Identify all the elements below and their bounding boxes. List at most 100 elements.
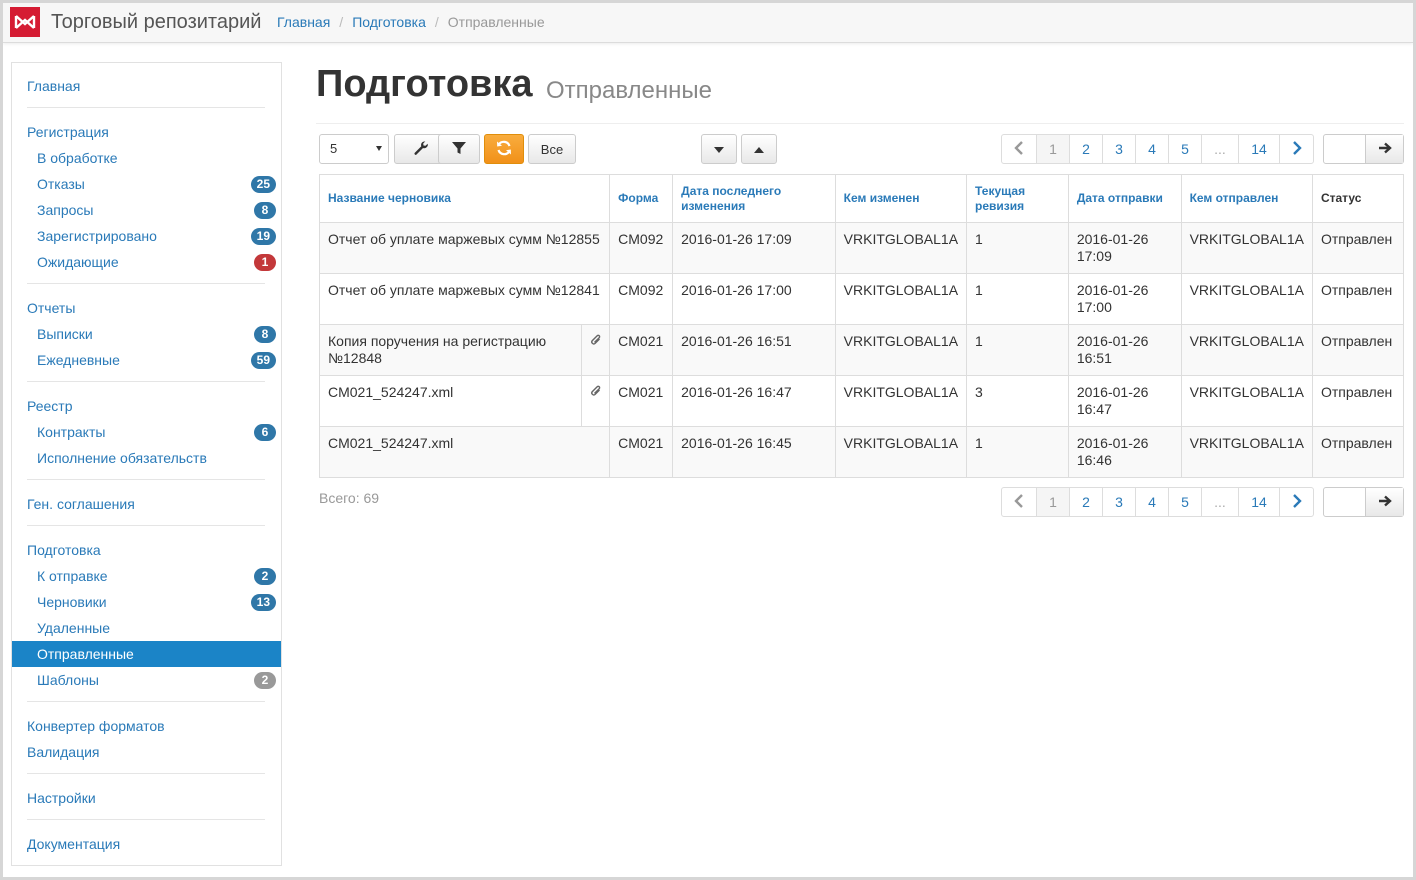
sidebar-item-home[interactable]: Главная bbox=[12, 73, 281, 99]
goto-page-input[interactable] bbox=[1324, 488, 1366, 516]
cell-sent-by: VRKITGLOBAL1A bbox=[1180, 375, 1313, 427]
prev-page-button[interactable] bbox=[1002, 488, 1037, 516]
page-link[interactable]: 5 bbox=[1169, 135, 1202, 163]
sidebar-item-daily[interactable]: Ежедневные 59 bbox=[12, 347, 281, 373]
chevron-left-icon bbox=[1014, 493, 1024, 511]
sidebar-item-validation[interactable]: Валидация bbox=[12, 739, 281, 765]
filter-button[interactable] bbox=[438, 134, 480, 164]
sidebar-item-label: Отказы bbox=[37, 176, 85, 192]
sidebar-item-label: Реестр bbox=[27, 398, 73, 414]
count-badge: 1 bbox=[254, 254, 276, 271]
cell-name[interactable]: CM021_524247.xml bbox=[318, 426, 611, 478]
sidebar-divider bbox=[27, 283, 265, 284]
cell-sent: 2016-01-26 17:09 bbox=[1067, 222, 1182, 274]
sidebar-item-templates[interactable]: Шаблоны 2 bbox=[12, 667, 281, 693]
sidebar-item-preparation[interactable]: Подготовка bbox=[12, 537, 281, 563]
table-row[interactable]: CM021_524247.xml CM021 2016-01-26 16:47 … bbox=[318, 375, 1405, 427]
sidebar-item-agreements[interactable]: Ген. соглашения bbox=[12, 491, 281, 517]
goto-page-button[interactable] bbox=[1366, 488, 1403, 516]
page-link[interactable]: 4 bbox=[1136, 135, 1169, 163]
page-link[interactable]: 14 bbox=[1239, 135, 1280, 163]
page-link[interactable]: 5 bbox=[1169, 488, 1202, 516]
count-badge: 19 bbox=[250, 228, 276, 245]
column-header-form[interactable]: Форма bbox=[609, 174, 674, 223]
column-header-revision[interactable]: Текущая ревизия bbox=[966, 174, 1069, 223]
sidebar-item-to-send[interactable]: К отправке 2 bbox=[12, 563, 281, 589]
sidebar-divider bbox=[27, 381, 265, 382]
goto-page-button[interactable] bbox=[1366, 135, 1403, 163]
sidebar-item-settings[interactable]: Настройки bbox=[12, 785, 281, 811]
page-link[interactable]: 1 bbox=[1037, 135, 1070, 163]
sidebar-item-deleted[interactable]: Удаленные bbox=[12, 615, 281, 641]
sidebar-item-reports[interactable]: Отчеты bbox=[12, 295, 281, 321]
table-row[interactable]: Копия поручения на регистрацию №12848 CM… bbox=[318, 324, 1405, 376]
sidebar-item-docs[interactable]: Документация bbox=[12, 831, 281, 857]
sidebar-item-registration[interactable]: Регистрация bbox=[12, 119, 281, 145]
caret-up-icon bbox=[753, 142, 765, 157]
sidebar-item-registry[interactable]: Реестр bbox=[12, 393, 281, 419]
sidebar-item-pending[interactable]: Ожидающие 1 bbox=[12, 249, 281, 275]
sidebar-item-rejections[interactable]: Отказы 25 bbox=[12, 171, 281, 197]
cell-modified-by: VRKITGLOBAL1A bbox=[834, 426, 968, 478]
page-link[interactable]: 2 bbox=[1070, 135, 1103, 163]
prev-page-button[interactable] bbox=[1002, 135, 1037, 163]
goto-page bbox=[1323, 134, 1404, 164]
cell-form: CM021 bbox=[609, 426, 674, 478]
column-header-modified-by[interactable]: Кем изменен bbox=[834, 174, 968, 223]
cell-sent-by: VRKITGLOBAL1A bbox=[1180, 324, 1313, 376]
show-all-button[interactable]: Все bbox=[528, 134, 576, 164]
breadcrumb-preparation[interactable]: Подготовка bbox=[352, 14, 426, 30]
cell-name[interactable]: Отчет об уплате маржевых сумм №12855 bbox=[318, 222, 611, 274]
column-header-name[interactable]: Название черновика bbox=[318, 174, 611, 223]
next-page-button[interactable] bbox=[1280, 135, 1313, 163]
count-badge: 6 bbox=[254, 424, 276, 441]
goto-page-input[interactable] bbox=[1324, 135, 1366, 163]
paperclip-icon[interactable] bbox=[581, 324, 611, 376]
moex-logo-icon[interactable] bbox=[10, 7, 40, 37]
next-page-button[interactable] bbox=[1280, 488, 1313, 516]
sidebar-item-registered[interactable]: Зарегистрировано 19 bbox=[12, 223, 281, 249]
pagination-bottom: 1 2 3 4 5 ... 14 bbox=[1001, 487, 1314, 517]
cell-sent-by: VRKITGLOBAL1A bbox=[1180, 273, 1313, 325]
cell-name[interactable]: CM021_524247.xml bbox=[318, 375, 583, 427]
table-row[interactable]: Отчет об уплате маржевых сумм №12841 CM0… bbox=[318, 273, 1405, 325]
count-badge: 2 bbox=[254, 672, 276, 689]
sidebar-item-obligations[interactable]: Исполнение обязательств bbox=[12, 445, 281, 471]
caret-down-icon bbox=[713, 142, 725, 157]
top-bar: Торговый репозитарий Главная / Подготовк… bbox=[3, 3, 1413, 43]
page-size-value: 5 bbox=[330, 141, 338, 156]
paperclip-icon[interactable] bbox=[581, 375, 611, 427]
wrench-icon bbox=[413, 140, 429, 159]
expand-button[interactable] bbox=[701, 134, 737, 164]
table-row[interactable]: Отчет об уплате маржевых сумм №12855 CM0… bbox=[318, 222, 1405, 274]
breadcrumb-home[interactable]: Главная bbox=[277, 14, 330, 30]
cell-status: Отправлен bbox=[1311, 273, 1405, 325]
sidebar-item-label: Ожидающие bbox=[37, 254, 119, 270]
column-header-sent-by[interactable]: Кем отправлен bbox=[1180, 174, 1313, 223]
page-link[interactable]: 4 bbox=[1136, 488, 1169, 516]
page-size-select[interactable]: 5 bbox=[319, 134, 389, 164]
sidebar-item-statements[interactable]: Выписки 8 bbox=[12, 321, 281, 347]
sidebar-item-label: Ежедневные bbox=[37, 352, 120, 368]
sidebar-item-converter[interactable]: Конвертер форматов bbox=[12, 713, 281, 739]
column-header-sent[interactable]: Дата отправки bbox=[1067, 174, 1182, 223]
sidebar-item-drafts[interactable]: Черновики 13 bbox=[12, 589, 281, 615]
count-badge: 2 bbox=[254, 568, 276, 585]
refresh-button[interactable] bbox=[484, 134, 524, 164]
sidebar-item-requests[interactable]: Запросы 8 bbox=[12, 197, 281, 223]
page-link[interactable]: 14 bbox=[1239, 488, 1280, 516]
cell-name[interactable]: Копия поручения на регистрацию №12848 bbox=[318, 324, 583, 376]
page-link[interactable]: 1 bbox=[1037, 488, 1070, 516]
collapse-button[interactable] bbox=[741, 134, 777, 164]
page-link[interactable]: 2 bbox=[1070, 488, 1103, 516]
cell-name[interactable]: Отчет об уплате маржевых сумм №12841 bbox=[318, 273, 611, 325]
sidebar-item-sent[interactable]: Отправленные bbox=[12, 641, 281, 667]
sidebar-item-contracts[interactable]: Контракты 6 bbox=[12, 419, 281, 445]
goto-page bbox=[1323, 487, 1404, 517]
table-row[interactable]: CM021_524247.xml CM021 2016-01-26 16:45 … bbox=[318, 426, 1405, 478]
cell-modified-by: VRKITGLOBAL1A bbox=[834, 324, 968, 376]
page-link[interactable]: 3 bbox=[1103, 488, 1136, 516]
column-header-modified[interactable]: Дата последнего изменения bbox=[672, 174, 836, 223]
sidebar-item-processing[interactable]: В обработке bbox=[12, 145, 281, 171]
page-link[interactable]: 3 bbox=[1103, 135, 1136, 163]
